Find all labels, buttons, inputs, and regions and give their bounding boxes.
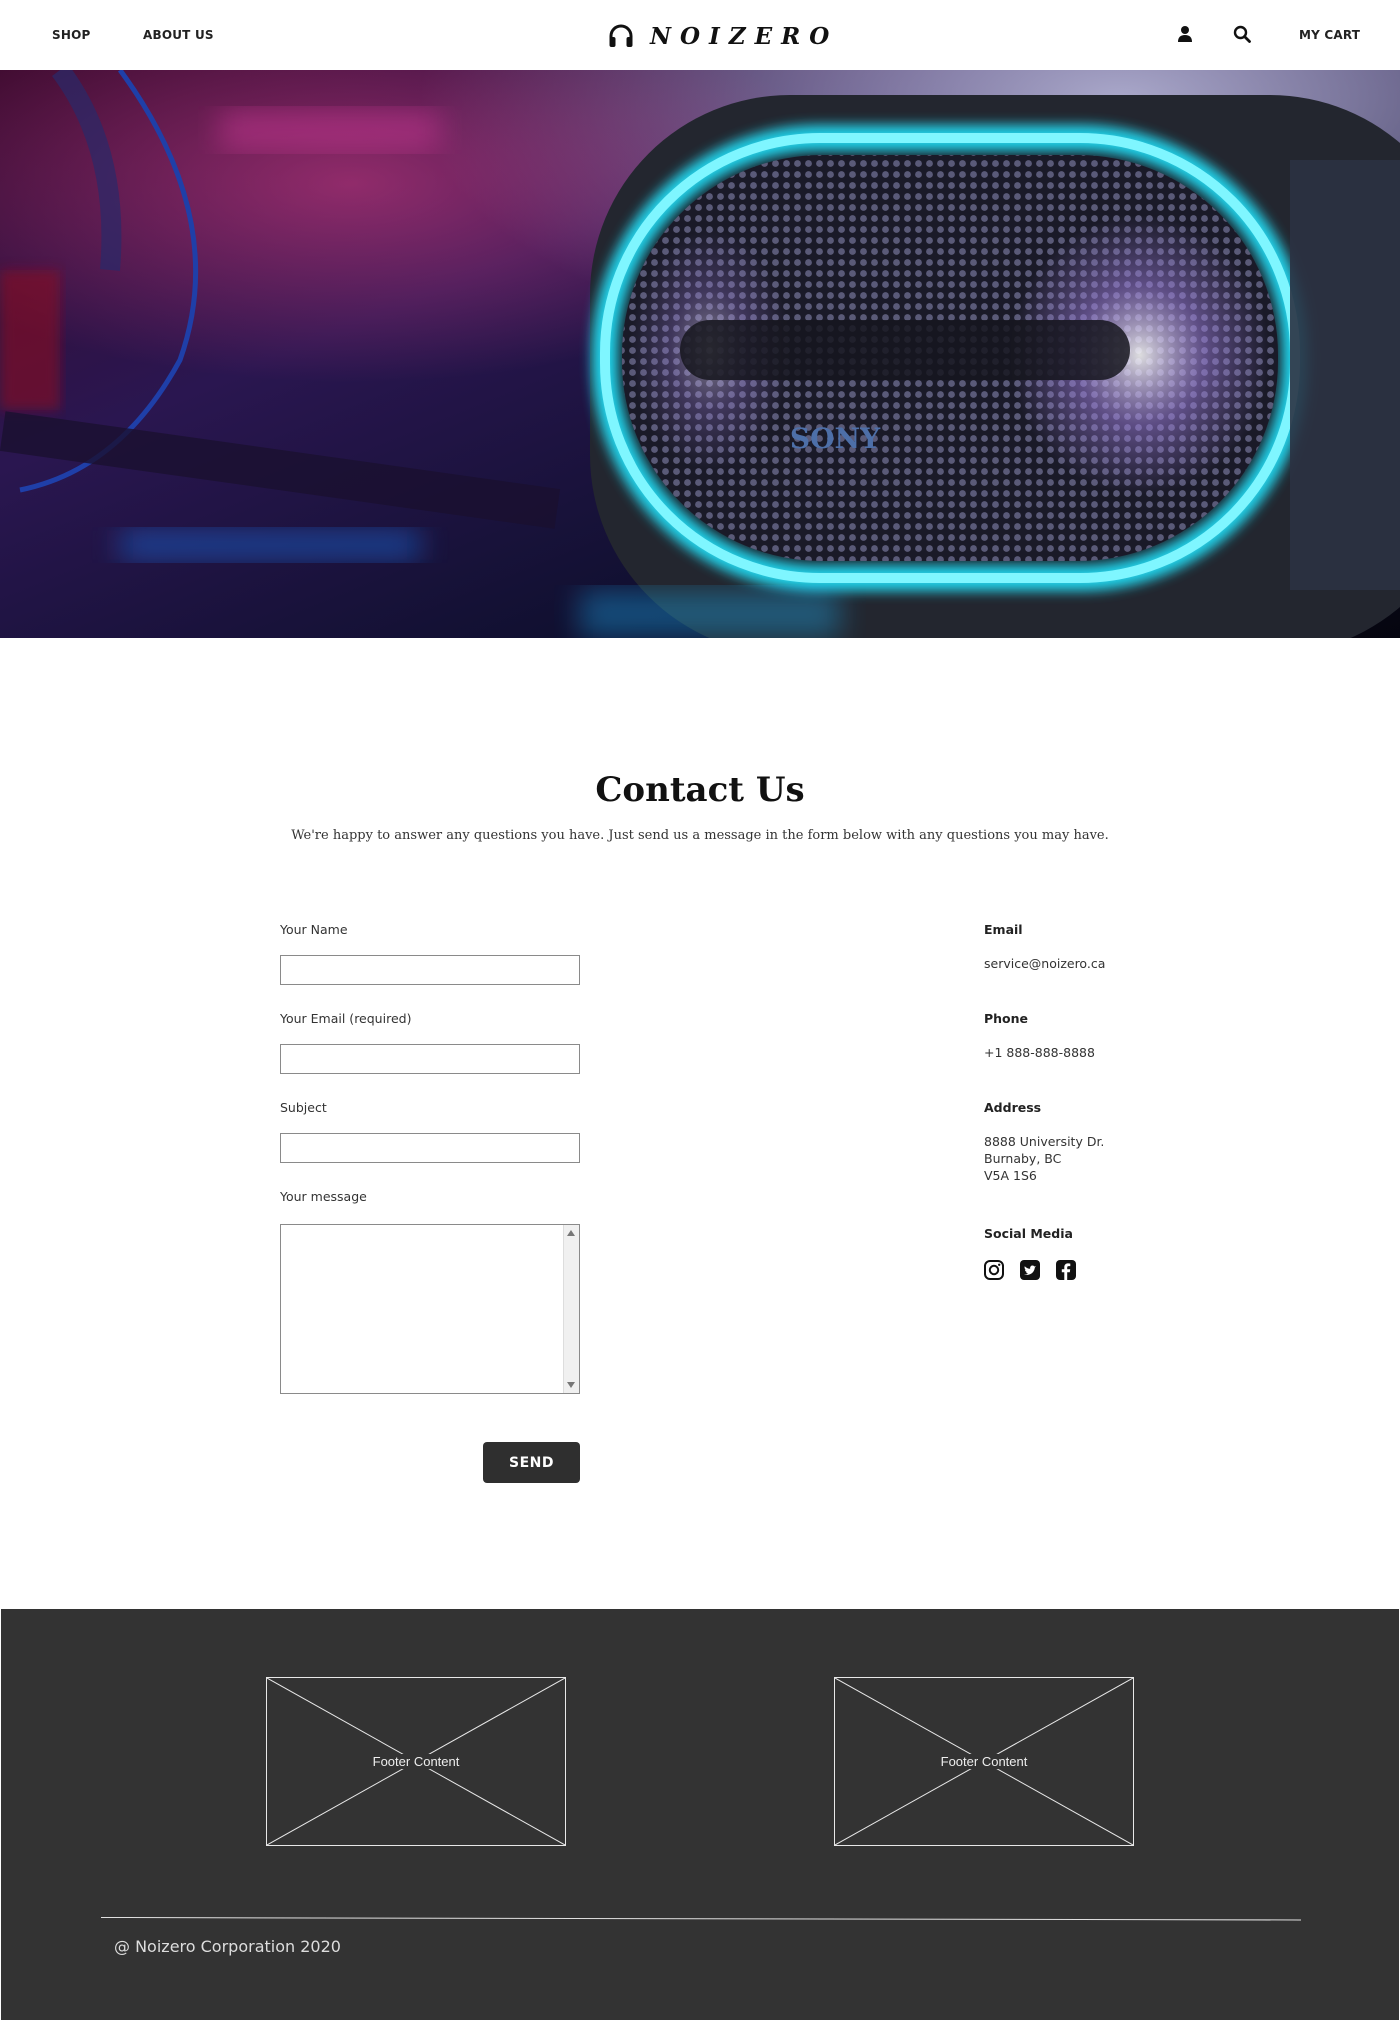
hero-speaker-image: SONY (0, 70, 1400, 638)
send-button[interactable]: SEND (483, 1442, 580, 1483)
subject-input[interactable] (280, 1133, 580, 1163)
phone-value[interactable]: +1 888-888-8888 (984, 1044, 1095, 1061)
hero-banner: SONY (0, 70, 1400, 638)
address-line-3: V5A 1S6 (984, 1168, 1037, 1183)
headphones-icon (609, 24, 633, 47)
message-label: Your message (280, 1189, 367, 1204)
address-heading: Address (984, 1100, 1042, 1115)
scroll-down-arrow-icon[interactable] (567, 1382, 575, 1388)
message-scrollbar[interactable] (563, 1225, 579, 1393)
footer-placeholder-1-label: Footer Content (366, 1754, 466, 1769)
social-media-heading: Social Media (984, 1226, 1073, 1241)
footer-placeholder-2-label: Footer Content (934, 1754, 1034, 1769)
scroll-up-arrow-icon[interactable] (567, 1230, 575, 1236)
contact-title: Contact Us (595, 770, 805, 810)
instagram-icon[interactable] (983, 1259, 1005, 1281)
email-input[interactable] (280, 1044, 580, 1074)
footer-divider (101, 1917, 1301, 1921)
name-input[interactable] (280, 955, 580, 985)
site-footer: Footer Content Footer Content @ Noizero … (1, 1609, 1399, 2020)
address-line-1: 8888 University Dr. (984, 1134, 1105, 1149)
site-header: SHOP ABOUT US NOIZERO MY CART (0, 0, 1400, 70)
site-logo[interactable]: NOIZERO (608, 21, 838, 51)
twitter-icon[interactable] (1019, 1259, 1041, 1281)
footer-placeholder-1: Footer Content (266, 1677, 566, 1846)
search-icon[interactable] (1233, 25, 1251, 43)
subject-label: Subject (280, 1100, 327, 1115)
email-heading: Email (984, 922, 1023, 937)
phone-heading: Phone (984, 1011, 1029, 1026)
email-label: Your Email (required) (280, 1011, 412, 1026)
user-icon[interactable] (1176, 25, 1194, 43)
facebook-icon[interactable] (1055, 1259, 1077, 1281)
message-textarea[interactable] (280, 1224, 580, 1394)
footer-placeholder-2: Footer Content (834, 1677, 1134, 1846)
hero-brand-text: SONY (790, 422, 881, 455)
copyright-text: @ Noizero Corporation 2020 (114, 1937, 341, 1956)
my-cart-link[interactable]: MY CART (1299, 28, 1360, 42)
nav-about-link[interactable]: ABOUT US (143, 28, 214, 42)
nav-shop-link[interactable]: SHOP (52, 28, 90, 42)
address-line-2: Burnaby, BC (984, 1151, 1062, 1166)
logo-text: NOIZERO (650, 22, 839, 50)
email-value[interactable]: service@noizero.ca (984, 955, 1105, 972)
name-label: Your Name (280, 922, 348, 937)
contact-subtitle: We're happy to answer any questions you … (291, 828, 1109, 843)
